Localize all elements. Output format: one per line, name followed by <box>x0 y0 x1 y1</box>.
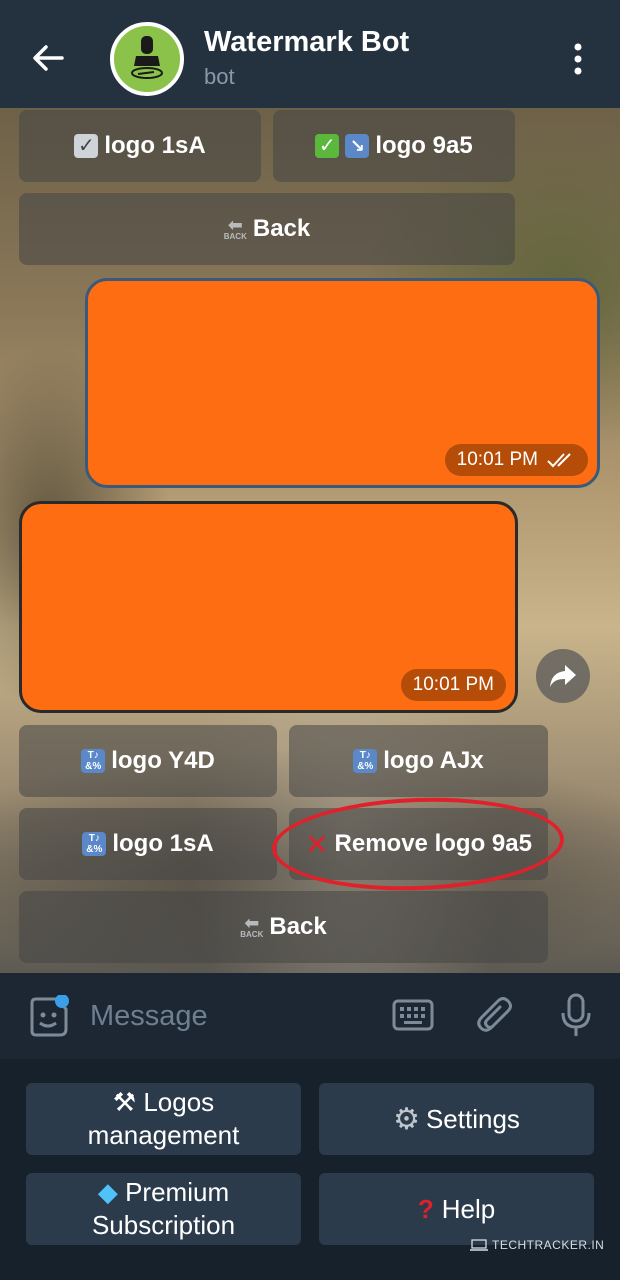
inline-button-label: logo 1sA <box>112 830 214 857</box>
checkbox-grey-icon: ✓ <box>74 134 99 158</box>
chat-subtitle: bot <box>204 64 235 89</box>
message-input[interactable]: Message <box>90 1000 208 1033</box>
back-icon: ⬅ BACK <box>223 214 247 241</box>
inline-button-label: Back <box>252 215 311 242</box>
microphone-icon[interactable] <box>560 993 592 1039</box>
watermark-text: TECHTRACKER.IN <box>492 1238 605 1252</box>
button-label: Help <box>441 1193 496 1224</box>
double-check-icon <box>547 453 571 468</box>
chat-title[interactable]: Watermark Bot <box>204 26 409 59</box>
attach-icon[interactable] <box>476 995 516 1037</box>
hammer-wrench-icon: ⚒ <box>112 1087 137 1117</box>
logos-management-button[interactable]: ⚒ Logos management <box>26 1083 301 1155</box>
inline-button-label: logo AJx <box>383 747 484 774</box>
stamp-icon <box>114 26 180 92</box>
chat-area[interactable]: ✓ logo 1sA ✓ ↘ logo 9a5 ⬅ BACK Back 10:01… <box>0 108 620 973</box>
question-mark-icon: ? <box>417 1193 434 1224</box>
message-time-text: 10:01 PM <box>456 449 538 470</box>
inline-button-logo-1sa-bottom[interactable]: T♪ &% logo 1sA <box>19 808 277 880</box>
button-label: Logos management <box>87 1087 240 1150</box>
bot-avatar[interactable] <box>110 22 184 96</box>
inline-button-logo-y4d[interactable]: T♪ &% logo Y4D <box>19 725 277 797</box>
inline-button-logo-ajx[interactable]: T♪ &% logo AJx <box>289 725 548 797</box>
forward-button[interactable] <box>536 649 590 703</box>
keyboard-icon[interactable] <box>392 999 434 1031</box>
arrow-down-right-icon: ↘ <box>345 134 370 158</box>
help-button[interactable]: ? Help <box>319 1173 594 1245</box>
incoming-message[interactable]: 10:01 PM <box>19 501 518 713</box>
inline-button-label: logo 1sA <box>104 132 206 159</box>
checkbox-green-icon: ✓ <box>315 134 340 158</box>
chat-header: Watermark Bot bot <box>0 0 620 108</box>
gear-icon: ⚙ <box>393 1102 420 1136</box>
inline-button-back-top[interactable]: ⬅ BACK Back <box>19 193 515 265</box>
settings-button[interactable]: ⚙ Settings <box>319 1083 594 1155</box>
inline-button-back-bottom[interactable]: ⬅ BACK Back <box>19 891 548 963</box>
message-time: 10:01 PM <box>400 669 506 701</box>
inline-button-logo-1sa[interactable]: ✓ logo 1sA <box>19 110 261 182</box>
inline-button-label: logo 9a5 <box>375 132 473 159</box>
button-label: Settings <box>425 1103 520 1134</box>
sticker-icon[interactable] <box>26 995 70 1039</box>
gem-icon: ◆ <box>97 1177 118 1207</box>
message-time: 10:01 PM <box>444 444 588 476</box>
inline-button-logo-9a5[interactable]: ✓ ↘ logo 9a5 <box>273 110 515 182</box>
laptop-icon <box>470 1239 488 1251</box>
site-watermark: TECHTRACKER.IN <box>470 1238 604 1252</box>
symbols-icon: T♪ &% <box>353 749 378 773</box>
outgoing-message[interactable]: 10:01 PM <box>85 278 600 488</box>
premium-subscription-button[interactable]: ◆ Premium Subscription <box>26 1173 301 1245</box>
inline-button-label: logo Y4D <box>111 747 215 774</box>
back-icon: ⬅ BACK <box>240 912 264 939</box>
back-arrow-icon[interactable] <box>28 38 68 78</box>
forward-icon <box>550 665 576 687</box>
more-options-icon[interactable] <box>566 40 590 80</box>
message-time-text: 10:01 PM <box>412 674 494 695</box>
inline-button-label: Back <box>269 913 327 940</box>
symbols-icon: T♪ &% <box>82 832 107 856</box>
symbols-icon: T♪ &% <box>81 749 106 773</box>
